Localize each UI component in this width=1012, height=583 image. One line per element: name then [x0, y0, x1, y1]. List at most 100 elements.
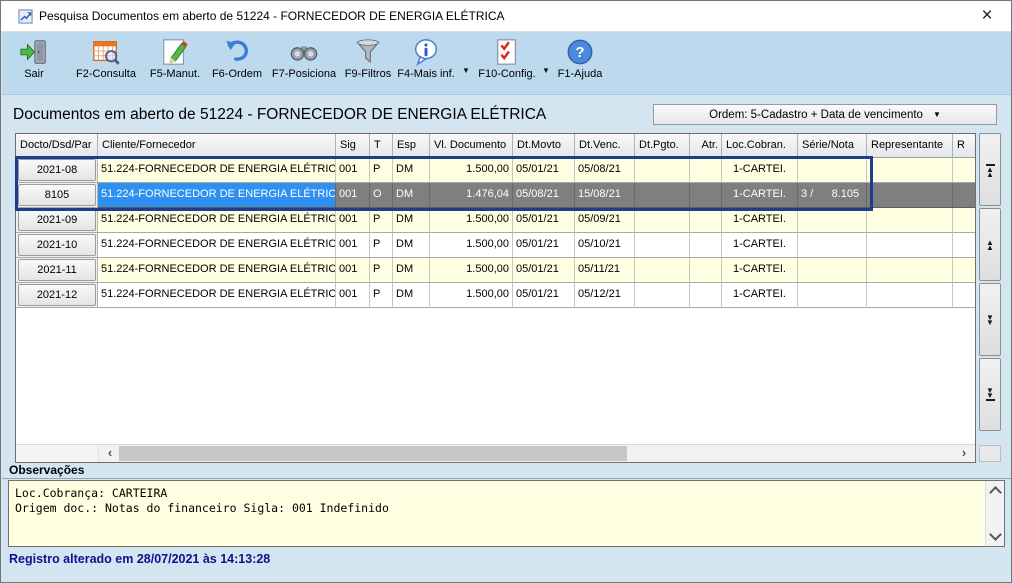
cell-dt_movto[interactable]: 05/01/21	[513, 258, 575, 283]
scroll-first-button[interactable]: ▲▲	[979, 133, 1001, 206]
cell-sig[interactable]: 001	[336, 208, 370, 233]
cell-dt_pgto[interactable]	[635, 283, 690, 308]
cell-cliente[interactable]: 51.224-FORNECEDOR DE ENERGIA ELÉTRICA	[98, 208, 336, 233]
cell-atr[interactable]	[690, 183, 722, 208]
column-header-atr[interactable]: Atr.	[690, 134, 722, 158]
cell-dt_pgto[interactable]	[635, 208, 690, 233]
cell-sig[interactable]: 001	[336, 183, 370, 208]
cell-vl[interactable]: 1.500,00	[430, 258, 513, 283]
cell-representante[interactable]	[867, 208, 953, 233]
cell-serie_nota[interactable]	[798, 283, 867, 308]
table-row[interactable]: 2021-1051.224-FORNECEDOR DE ENERGIA ELÉT…	[16, 233, 976, 258]
cell-r[interactable]	[953, 158, 976, 183]
cell-serie_nota[interactable]	[798, 158, 867, 183]
cell-representante[interactable]	[867, 183, 953, 208]
row-header-button[interactable]: 2021-08	[18, 159, 96, 181]
cell-dt_movto[interactable]: 05/01/21	[513, 158, 575, 183]
cell-dt_pgto[interactable]	[635, 233, 690, 258]
cell-vl[interactable]: 1.500,00	[430, 158, 513, 183]
cell-dt_venc[interactable]: 05/10/21	[575, 233, 635, 258]
row-header-button[interactable]: 8105	[18, 184, 96, 206]
toolbar-button-f4-mais-inf[interactable]: F4-Mais inf.	[392, 37, 460, 91]
cell-vl[interactable]: 1.500,00	[430, 208, 513, 233]
cell-loc_cobran[interactable]: 1-CARTEI.	[722, 258, 798, 283]
cell-serie_nota[interactable]: 3 / 8.105	[798, 183, 867, 208]
cell-representante[interactable]	[867, 283, 953, 308]
cell-t[interactable]: P	[370, 283, 393, 308]
scroll-up-icon[interactable]	[989, 486, 1002, 499]
table-row[interactable]: 2021-1251.224-FORNECEDOR DE ENERGIA ELÉT…	[16, 283, 976, 308]
cell-dt_venc[interactable]: 05/08/21	[575, 158, 635, 183]
cell-dt_venc[interactable]: 05/09/21	[575, 208, 635, 233]
cell-sig[interactable]: 001	[336, 283, 370, 308]
cell-loc_cobran[interactable]: 1-CARTEI.	[722, 208, 798, 233]
column-header-docto[interactable]: Docto/Dsd/Par	[16, 134, 98, 158]
column-header-vl[interactable]: Vl. Documento	[430, 134, 513, 158]
toolbar-button-f2-consulta[interactable]: F2-Consulta	[62, 37, 150, 91]
observations-scrollbar[interactable]	[985, 481, 1004, 546]
cell-esp[interactable]: DM	[393, 183, 430, 208]
cell-loc_cobran[interactable]: 1-CARTEI.	[722, 233, 798, 258]
cell-dt_venc[interactable]: 05/11/21	[575, 258, 635, 283]
cell-dt_movto[interactable]: 05/01/21	[513, 233, 575, 258]
hscroll-thumb[interactable]	[119, 446, 627, 461]
scroll-down-icon[interactable]	[989, 528, 1002, 541]
cell-r[interactable]	[953, 283, 976, 308]
scroll-left-icon[interactable]: ‹	[102, 445, 118, 461]
horizontal-scrollbar[interactable]: ‹ ›	[16, 444, 975, 462]
cell-t[interactable]: P	[370, 208, 393, 233]
cell-sig[interactable]: 001	[336, 233, 370, 258]
cell-sig[interactable]: 001	[336, 158, 370, 183]
column-header-loc_cobran[interactable]: Loc.Cobran.	[722, 134, 798, 158]
dropdown-arrow-icon[interactable]: ▼	[462, 66, 470, 75]
order-button[interactable]: Ordem: 5-Cadastro + Data de vencimento▼	[653, 104, 997, 125]
cell-atr[interactable]	[690, 258, 722, 283]
cell-t[interactable]: P	[370, 258, 393, 283]
cell-dt_movto[interactable]: 05/08/21	[513, 183, 575, 208]
row-header-button[interactable]: 2021-10	[18, 234, 96, 256]
toolbar-button-f1-ajuda[interactable]: ?F1-Ajuda	[550, 37, 610, 91]
cell-loc_cobran[interactable]: 1-CARTEI.	[722, 158, 798, 183]
cell-dt_venc[interactable]: 05/12/21	[575, 283, 635, 308]
toolbar-button-f7-posiciona[interactable]: F7-Posiciona	[264, 37, 344, 91]
column-header-representante[interactable]: Representante	[867, 134, 953, 158]
toolbar-button-sair[interactable]: Sair	[12, 37, 56, 91]
scroll-next-button[interactable]: ▼▼	[979, 283, 1001, 356]
cell-atr[interactable]	[690, 208, 722, 233]
cell-t[interactable]: O	[370, 183, 393, 208]
cell-esp[interactable]: DM	[393, 283, 430, 308]
scroll-prev-button[interactable]: ▲▲	[979, 208, 1001, 281]
cell-dt_movto[interactable]: 05/01/21	[513, 283, 575, 308]
table-row[interactable]: 2021-1151.224-FORNECEDOR DE ENERGIA ELÉT…	[16, 258, 976, 283]
scroll-last-button[interactable]: ▼▼	[979, 358, 1001, 431]
cell-esp[interactable]: DM	[393, 233, 430, 258]
cell-vl[interactable]: 1.500,00	[430, 283, 513, 308]
cell-vl[interactable]: 1.476,04	[430, 183, 513, 208]
cell-esp[interactable]: DM	[393, 158, 430, 183]
cell-serie_nota[interactable]	[798, 233, 867, 258]
cell-dt_pgto[interactable]	[635, 183, 690, 208]
cell-dt_pgto[interactable]	[635, 258, 690, 283]
cell-esp[interactable]: DM	[393, 208, 430, 233]
column-header-r[interactable]: R	[953, 134, 976, 158]
cell-representante[interactable]	[867, 158, 953, 183]
table-row[interactable]: 2021-0951.224-FORNECEDOR DE ENERGIA ELÉT…	[16, 208, 976, 233]
cell-esp[interactable]: DM	[393, 258, 430, 283]
column-header-dt_venc[interactable]: Dt.Venc.	[575, 134, 635, 158]
cell-r[interactable]	[953, 208, 976, 233]
toolbar-button-f5-manut[interactable]: F5-Manut.	[142, 37, 208, 91]
table-row[interactable]: 2021-0851.224-FORNECEDOR DE ENERGIA ELÉT…	[16, 158, 976, 183]
cell-r[interactable]	[953, 258, 976, 283]
cell-representante[interactable]	[867, 258, 953, 283]
cell-cliente[interactable]: 51.224-FORNECEDOR DE ENERGIA ELÉTRICA	[98, 183, 336, 208]
cell-sig[interactable]: 001	[336, 258, 370, 283]
cell-atr[interactable]	[690, 283, 722, 308]
cell-t[interactable]: P	[370, 158, 393, 183]
cell-serie_nota[interactable]	[798, 208, 867, 233]
scroll-right-icon[interactable]: ›	[956, 445, 972, 461]
column-header-esp[interactable]: Esp	[393, 134, 430, 158]
cell-dt_venc[interactable]: 15/08/21	[575, 183, 635, 208]
column-header-dt_movto[interactable]: Dt.Movto	[513, 134, 575, 158]
row-header-button[interactable]: 2021-11	[18, 259, 96, 281]
cell-cliente[interactable]: 51.224-FORNECEDOR DE ENERGIA ELÉTRICA	[98, 283, 336, 308]
